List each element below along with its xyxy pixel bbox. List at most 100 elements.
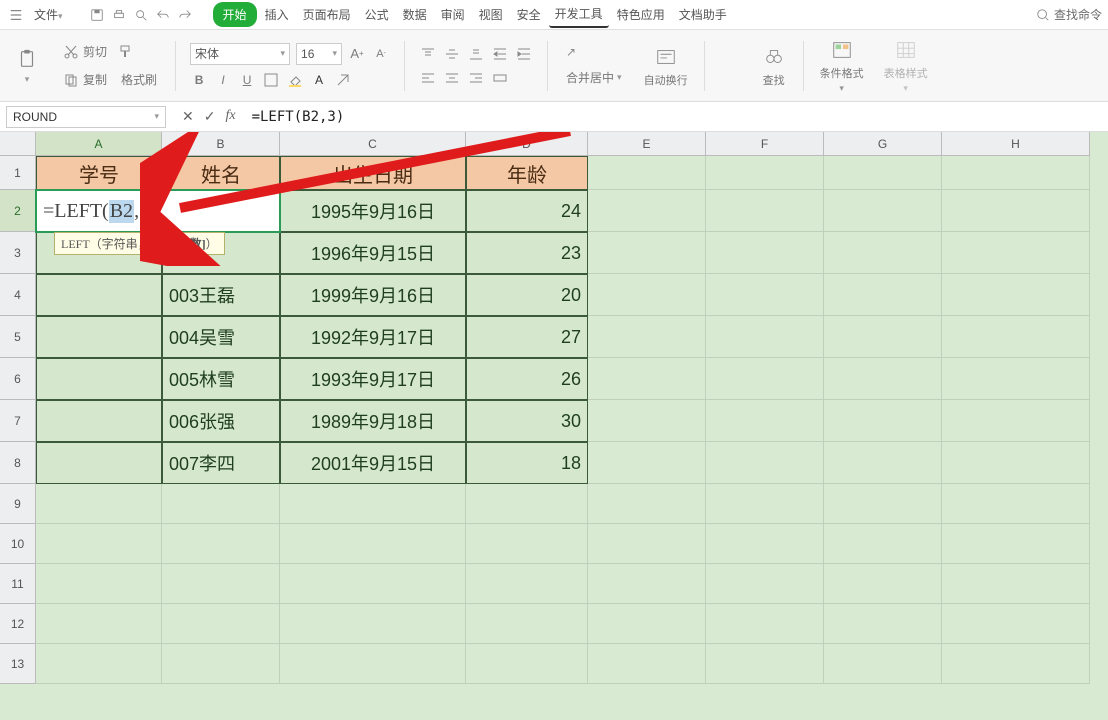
cut-button[interactable]: 剪切 [58,41,111,63]
cell-A12[interactable] [36,604,162,644]
cell-D7[interactable]: 30 [466,400,588,442]
cell-D2[interactable]: 24 [466,190,588,232]
cell-C7[interactable]: 1989年9月18日 [280,400,466,442]
wrap-text-button[interactable]: 自动换行 [636,40,696,92]
menu-search[interactable]: 查找命令 [1036,6,1102,23]
cell-H10[interactable] [942,524,1090,564]
font-select[interactable]: 宋体▾ [190,43,290,65]
cell-G10[interactable] [824,524,942,564]
cell-D5[interactable]: 27 [466,316,588,358]
cell-C6[interactable]: 1993年9月17日 [280,358,466,400]
cell-A4[interactable] [36,274,162,316]
cell-G4[interactable] [824,274,942,316]
menu-special[interactable]: 特色应用 [611,2,671,27]
cell-C8[interactable]: 2001年9月15日 [280,442,466,484]
fillcolor-icon[interactable] [286,71,304,89]
cell-F12[interactable] [706,604,824,644]
col-header-A[interactable]: A [36,132,162,156]
cell-E1[interactable] [588,156,706,190]
cell-A8[interactable] [36,442,162,484]
cell-A13[interactable] [36,644,162,684]
cell-C10[interactable] [280,524,466,564]
cell-F3[interactable] [706,232,824,274]
menu-file[interactable]: 文件▾ [28,2,69,27]
menu-data[interactable]: 数据 [397,2,433,27]
row-header-9[interactable]: 9 [0,484,36,524]
select-all-corner[interactable] [0,132,36,156]
cell-G7[interactable] [824,400,942,442]
cell-G8[interactable] [824,442,942,484]
cell-G5[interactable] [824,316,942,358]
cell-D4[interactable]: 20 [466,274,588,316]
formula-input[interactable] [246,106,1108,128]
cell-F1[interactable] [706,156,824,190]
cell-A10[interactable] [36,524,162,564]
cell-H1[interactable] [942,156,1090,190]
row-header-6[interactable]: 6 [0,358,36,400]
cell-D11[interactable] [466,564,588,604]
col-header-G[interactable]: G [824,132,942,156]
cell-E12[interactable] [588,604,706,644]
cell-D1[interactable]: 年龄 [466,156,588,190]
indent-dec-icon[interactable] [491,45,509,63]
cell-H8[interactable] [942,442,1090,484]
cell-F10[interactable] [706,524,824,564]
italic-icon[interactable]: I [214,71,232,89]
cell-E10[interactable] [588,524,706,564]
cell-H12[interactable] [942,604,1090,644]
cell-B10[interactable] [162,524,280,564]
cell-D3[interactable]: 23 [466,232,588,274]
clear-icon[interactable] [334,71,352,89]
accept-formula-icon[interactable]: ✓ [204,108,216,125]
formatpainter-icon[interactable] [117,43,135,61]
cell-B6[interactable]: 005林雪 [162,358,280,400]
cell-E7[interactable] [588,400,706,442]
cell-F5[interactable] [706,316,824,358]
cell-B1[interactable]: 姓名 [162,156,280,190]
cell-D9[interactable] [466,484,588,524]
cell-D13[interactable] [466,644,588,684]
row-header-10[interactable]: 10 [0,524,36,564]
cell-B11[interactable] [162,564,280,604]
underline-icon[interactable]: U [238,71,256,89]
cell-A11[interactable] [36,564,162,604]
redo-icon[interactable] [175,5,195,25]
fx-icon[interactable]: fx [225,108,235,125]
cell-E4[interactable] [588,274,706,316]
row-header-4[interactable]: 4 [0,274,36,316]
cell-C11[interactable] [280,564,466,604]
cell-C2[interactable]: 1995年9月16日 [280,190,466,232]
fontcolor-icon[interactable]: A [310,71,328,89]
cell-H6[interactable] [942,358,1090,400]
cell-H3[interactable] [942,232,1090,274]
cell-A9[interactable] [36,484,162,524]
cell-D8[interactable]: 18 [466,442,588,484]
cell-C3[interactable]: 1996年9月15日 [280,232,466,274]
cell-E13[interactable] [588,644,706,684]
conditional-format-button[interactable]: 条件格式▾ [812,33,872,98]
cell-C5[interactable]: 1992年9月17日 [280,316,466,358]
cell-F13[interactable] [706,644,824,684]
cell-E8[interactable] [588,442,706,484]
cell-F2[interactable] [706,190,824,232]
cell-B4[interactable]: 003王磊 [162,274,280,316]
cell-C4[interactable]: 1999年9月16日 [280,274,466,316]
cell-F4[interactable] [706,274,824,316]
find-button[interactable]: 查找 [753,40,795,92]
cell-B5[interactable]: 004吴雪 [162,316,280,358]
menu-icon[interactable] [6,5,26,25]
cell-H2[interactable] [942,190,1090,232]
preview-icon[interactable] [131,5,151,25]
cell-D10[interactable] [466,524,588,564]
cell-A6[interactable] [36,358,162,400]
size-select[interactable]: 16▾ [296,43,342,65]
cell-E9[interactable] [588,484,706,524]
orientation-icon[interactable]: ↗ [562,43,580,61]
grow-font-icon[interactable]: A+ [348,45,366,63]
undo-icon[interactable] [153,5,173,25]
menu-security[interactable]: 安全 [511,2,547,27]
cell-E5[interactable] [588,316,706,358]
col-header-E[interactable]: E [588,132,706,156]
border-icon[interactable] [262,71,280,89]
cell-B9[interactable] [162,484,280,524]
